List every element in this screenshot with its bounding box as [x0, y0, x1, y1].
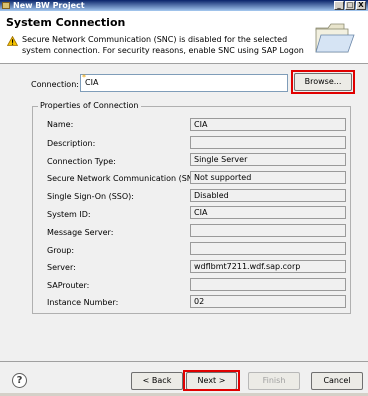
footer-separator — [0, 361, 368, 362]
property-value-message-server — [190, 224, 346, 237]
warning-icon — [6, 35, 19, 49]
property-label-snc: Secure Network Communication (SNC): — [47, 174, 205, 183]
properties-group-title: Properties of Connection — [38, 101, 141, 110]
property-value-name: CIA — [190, 118, 346, 131]
property-value-group — [190, 242, 346, 255]
next-highlight-box — [183, 370, 240, 391]
app-icon — [2, 2, 10, 9]
property-value-instance-number: 02 — [190, 295, 346, 308]
property-label-description: Description: — [47, 139, 96, 148]
minimize-button[interactable]: _ — [334, 1, 344, 10]
header-message: Secure Network Communication (SNC) is di… — [22, 35, 304, 55]
maximize-button[interactable]: □ — [345, 1, 355, 10]
property-label-group: Group: — [47, 246, 75, 255]
window-titlebar: New BW Project _ □ X — [0, 0, 368, 11]
folder-icon — [314, 21, 356, 58]
page-title: System Connection — [6, 16, 126, 29]
wizard-header: System Connection Secure Network Communi… — [0, 11, 368, 64]
connection-label: Connection: — [31, 80, 79, 89]
browse-highlight-box — [291, 70, 355, 94]
connection-value: CIA — [85, 78, 99, 87]
property-label-sso: Single Sign-On (SSO): — [47, 192, 134, 201]
property-label-server: Server: — [47, 263, 76, 272]
cancel-button[interactable]: Cancel — [311, 372, 363, 390]
property-value-system-id: CIA — [190, 206, 346, 219]
property-value-description — [190, 136, 346, 149]
property-label-system-id: System ID: — [47, 210, 91, 219]
property-value-server: wdflbmt7211.wdf.sap.corp — [190, 260, 346, 273]
property-value-snc: Not supported — [190, 171, 346, 184]
property-label-instance-number: Instance Number: — [47, 298, 119, 307]
property-value-sso: Disabled — [190, 189, 346, 202]
connection-input[interactable]: * CIA — [80, 73, 288, 92]
finish-button[interactable]: Finish — [248, 372, 300, 390]
property-label-connection-type: Connection Type: — [47, 157, 116, 166]
property-label-saprouter: SAProuter: — [47, 281, 90, 290]
required-marker: * — [82, 73, 86, 82]
property-label-name: Name: — [47, 120, 74, 129]
close-button[interactable]: X — [356, 1, 366, 10]
property-value-saprouter — [190, 278, 346, 291]
property-label-message-server: Message Server: — [47, 228, 114, 237]
help-icon[interactable]: ? — [12, 373, 27, 388]
back-button[interactable]: < Back — [131, 372, 183, 390]
window-title: New BW Project — [13, 1, 85, 10]
property-value-connection-type: Single Server — [190, 153, 346, 166]
